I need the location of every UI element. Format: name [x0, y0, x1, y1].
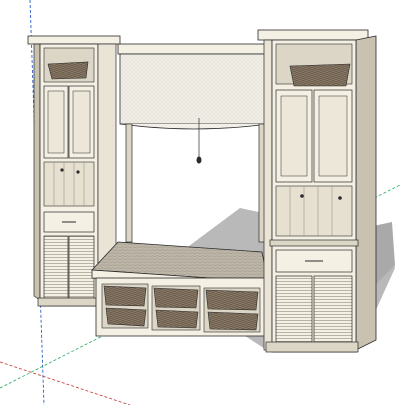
bench	[91, 241, 269, 337]
basket-bench-6	[207, 311, 259, 331]
basket-bench-1	[103, 285, 147, 307]
model-drawing	[0, 0, 400, 405]
basket-upper-right	[289, 63, 351, 87]
window-post-left	[125, 123, 133, 243]
basket-bench-2	[105, 307, 147, 327]
right-cabinet-tower	[257, 29, 377, 353]
basket-bench-5	[205, 289, 259, 311]
basket-upper-left	[47, 61, 89, 80]
basket-bench-4	[155, 309, 199, 329]
roller-shade	[117, 43, 269, 164]
model-viewport[interactable]	[0, 0, 400, 405]
red-axis-line	[0, 361, 131, 405]
basket-bench-3	[153, 287, 199, 309]
